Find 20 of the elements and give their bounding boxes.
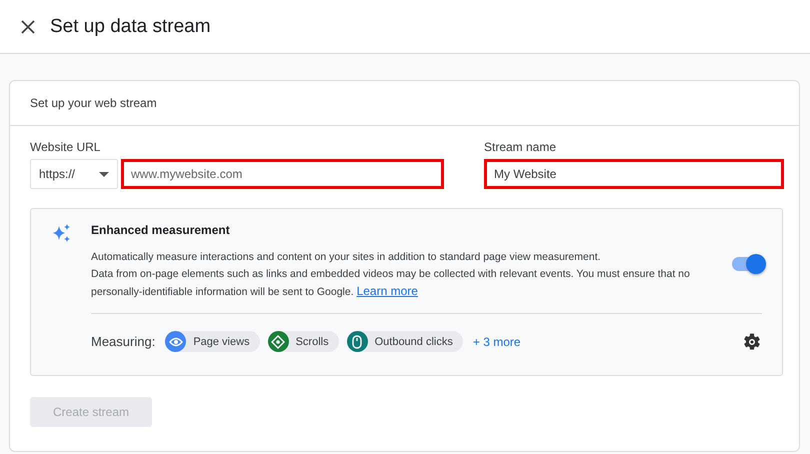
protocol-dropdown[interactable]: https:// xyxy=(30,159,118,189)
field-label: Stream name xyxy=(484,140,558,154)
more-link[interactable]: + 3 more xyxy=(472,334,521,348)
measurement-chip: Page views xyxy=(165,331,260,352)
field-label: Website URL xyxy=(30,140,102,154)
learn-more-link[interactable]: Learn more xyxy=(356,284,418,298)
section-title: Enhanced measurement xyxy=(91,223,231,237)
measuring-label: Measuring: xyxy=(91,334,156,349)
settings-icon[interactable] xyxy=(742,332,762,352)
sparkle-icon xyxy=(51,223,71,243)
close-icon[interactable] xyxy=(21,20,35,34)
description-text: Data from on-page elements such as links and embedded videos may be collected with relevant events. You must ensure that no personally-identifiable information will be sent to Google. Learn more xyxy=(91,267,691,300)
url-input-field[interactable]: www.mywebsite.com xyxy=(121,159,444,189)
caret-icon xyxy=(99,172,109,176)
stream-name-field[interactable]: My Website xyxy=(484,159,784,189)
page-title: Set up data stream xyxy=(50,16,211,38)
card-title: Set up your web stream xyxy=(30,96,157,110)
measurement-chip: Outbound clicks xyxy=(346,331,463,352)
measurement-chip: Scrolls xyxy=(268,331,339,352)
description-text: Automatically measure interactions and content on your sites in addition to standard page view measurement. xyxy=(91,250,602,265)
